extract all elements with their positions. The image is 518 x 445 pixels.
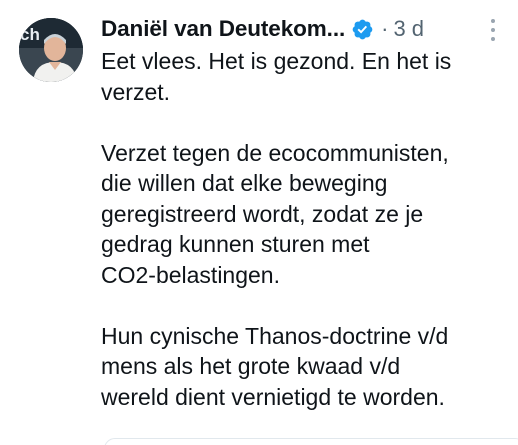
tweet-card[interactable]: ch Daniël van Deutekom... · 3 d Eet vlee… <box>0 0 518 445</box>
author-name[interactable]: Daniël van Deutekom... <box>101 16 345 42</box>
timestamp[interactable]: 3 d <box>393 16 424 42</box>
more-vertical-icon[interactable] <box>490 19 496 41</box>
tweet-text-line: geregistreerd wordt, zodat ze je <box>101 200 424 227</box>
tweet-text: Eet vlees. Het is gezond. En het is verz… <box>101 46 511 412</box>
quoted-card-edge[interactable] <box>104 438 518 445</box>
tweet-text-line: verzet. <box>101 78 171 105</box>
avatar[interactable]: ch <box>19 18 83 82</box>
header-separator: · <box>381 16 389 41</box>
tweet-text-line: CO2-belastingen. <box>101 261 280 288</box>
tweet-text-line: gedrag kunnen sturen met <box>101 231 370 257</box>
tweet-text-line: Hun cynische Thanos-doctrine v/d <box>101 322 449 349</box>
avatar-overlay-text: ch <box>20 25 40 44</box>
tweet-text-line: Eet vlees. Het is gezond. En het is <box>101 48 452 74</box>
tweet-text-line: mens als het grote kwaad v/d <box>101 353 401 379</box>
tweet-text-line: wereld dient vernietigd te worden. <box>101 383 445 410</box>
tweet-text-line: die willen dat elke beweging <box>101 170 388 196</box>
tweet-header: Daniël van Deutekom... · 3 d <box>101 12 424 46</box>
tweet-text-line: Verzet tegen de ecocommunisten, <box>101 139 449 166</box>
verified-badge-icon <box>351 18 374 41</box>
